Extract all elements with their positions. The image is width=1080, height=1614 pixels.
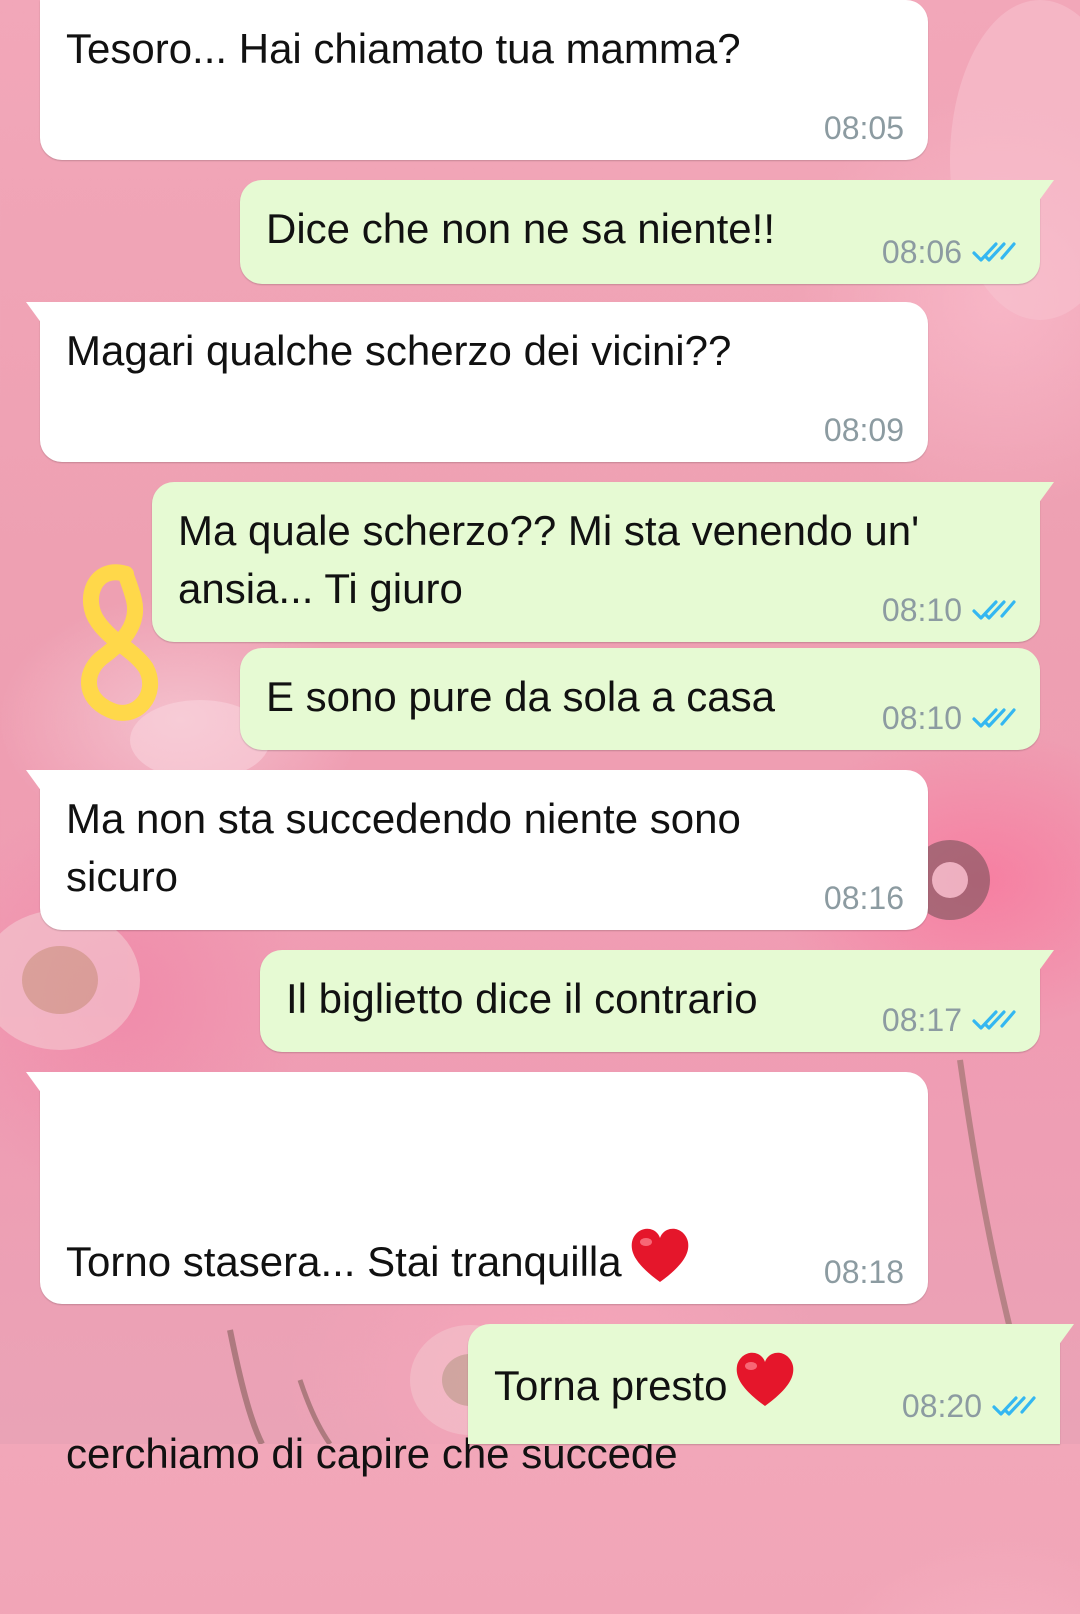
- bubble-tail: [1024, 950, 1054, 974]
- message-time: 08:17: [881, 1002, 962, 1038]
- red-heart-icon: [631, 1228, 688, 1282]
- outgoing-message[interactable]: E sono pure da sola a casa 08:10: [240, 648, 1040, 750]
- double-check-icon: [972, 1010, 1016, 1030]
- outgoing-message[interactable]: Torna presto 08:20: [468, 1324, 1074, 1444]
- outgoing-message[interactable]: Il biglietto dice il contrario 08:17: [260, 950, 1054, 1052]
- bubble-tail: [1024, 482, 1054, 506]
- bubble-tail: [26, 302, 56, 326]
- double-check-icon: [972, 242, 1016, 262]
- message-time: 08:10: [881, 592, 962, 628]
- message-time: 08:05: [823, 110, 904, 146]
- outgoing-message[interactable]: Ma quale scherzo?? Mi sta venendo un' an…: [152, 482, 1054, 642]
- outgoing-message[interactable]: Dice che non ne sa niente!! 08:06: [240, 180, 1054, 284]
- bubble-tail: [26, 1072, 56, 1096]
- message-time: 08:09: [823, 412, 904, 448]
- message-text: Dice che non ne sa niente!!: [266, 205, 776, 252]
- message-text: E sono pure da sola a casa: [266, 673, 776, 720]
- message-time: 08:10: [881, 700, 962, 736]
- message-time: 08:16: [823, 880, 904, 916]
- message-text: Ma quale scherzo?? Mi sta venendo un' an…: [178, 507, 920, 612]
- message-text: Ma non sta succedendo niente sono sicuro: [66, 795, 741, 900]
- red-heart-icon: [737, 1352, 794, 1406]
- message-text: Magari qualche scherzo dei vicini??: [66, 327, 732, 374]
- bubble-tail: [1024, 180, 1054, 204]
- incoming-message[interactable]: Magari qualche scherzo dei vicini?? 08:0…: [26, 302, 928, 462]
- message-text: Tesoro... Hai chiamato tua mamma?: [66, 25, 741, 72]
- message-time: 08:06: [881, 234, 962, 270]
- double-check-icon: [972, 600, 1016, 620]
- incoming-message[interactable]: Ma non sta succedendo niente sono sicuro…: [26, 770, 928, 930]
- bubble-tail: [1044, 1324, 1074, 1348]
- incoming-message[interactable]: Torno stasera... Stai tranquilla cerchia…: [26, 1072, 928, 1477]
- message-text: Il biglietto dice il contrario: [286, 975, 758, 1022]
- bubble-tail: [26, 770, 56, 794]
- double-check-icon: [992, 1396, 1036, 1416]
- message-text: Torna presto: [494, 1362, 728, 1409]
- message-text: Torno stasera... Stai tranquilla: [66, 1238, 622, 1285]
- message-time: 08:18: [823, 1254, 904, 1290]
- message-time: 08:20: [901, 1388, 982, 1424]
- incoming-message[interactable]: Tesoro... Hai chiamato tua mamma? 08:05: [40, 0, 928, 160]
- double-check-icon: [972, 708, 1016, 728]
